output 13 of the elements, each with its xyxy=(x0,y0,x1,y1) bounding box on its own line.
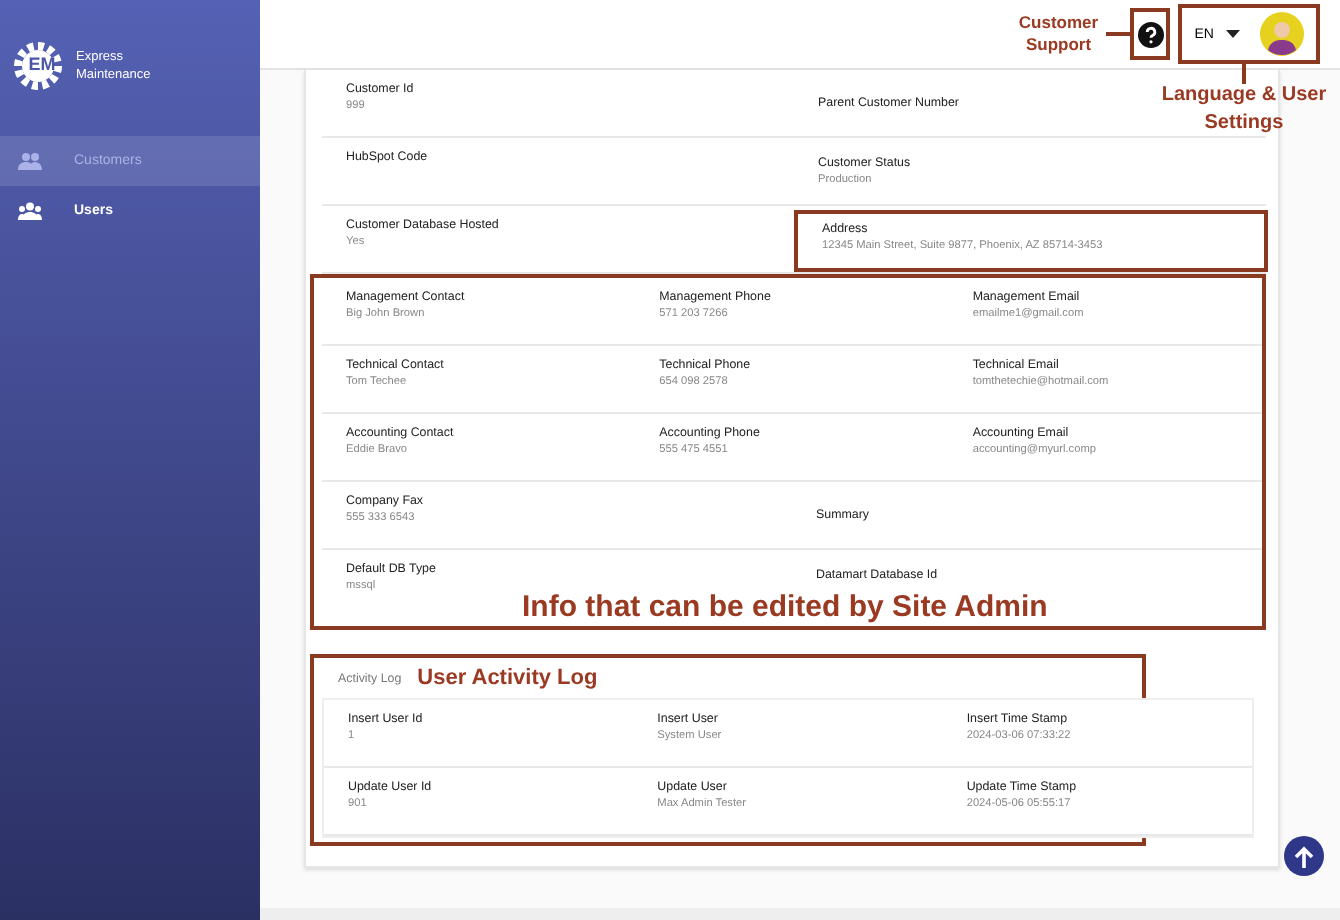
annotation-label: User Activity Log xyxy=(417,666,598,690)
annotation-label: Customer Support xyxy=(1016,11,1101,57)
logo-letters: EM xyxy=(26,54,58,74)
avatar-icon[interactable] xyxy=(1260,12,1304,56)
annotation-label: Language & User Settings xyxy=(1159,82,1329,136)
gear-logo-icon xyxy=(12,40,64,92)
group-icon xyxy=(18,202,42,220)
caret-icon xyxy=(1226,30,1240,38)
help-icon[interactable] xyxy=(1137,21,1164,47)
annotation-label: Info that can be edited by Site Admin xyxy=(520,590,1050,626)
arrow-up-icon xyxy=(1294,845,1314,867)
people-icon xyxy=(18,152,42,170)
scroll-top-button[interactable] xyxy=(1284,836,1324,876)
